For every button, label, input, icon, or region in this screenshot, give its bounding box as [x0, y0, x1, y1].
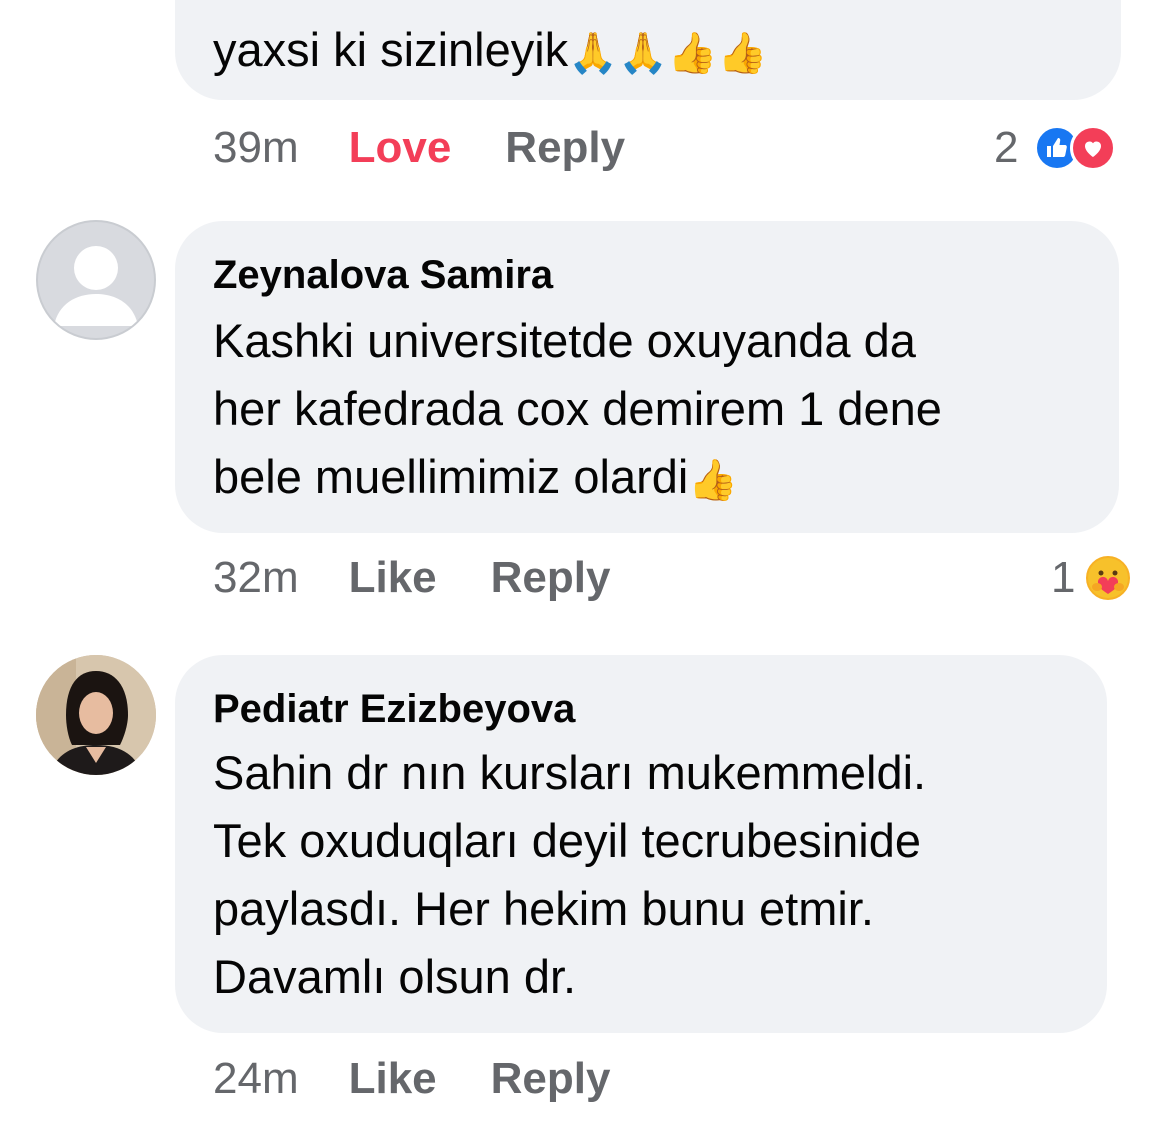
comment-author[interactable]: Zeynalova Samira: [213, 251, 1081, 299]
comment-actions-3: 24m Like Reply: [213, 1049, 664, 1109]
profile-photo-icon: [36, 655, 156, 775]
comment-author[interactable]: Pediatr Ezizbeyova: [213, 685, 1069, 733]
comment-text-line: Tek oxuduqları deyil tecrubesinide: [213, 814, 922, 867]
reaction-summary-2[interactable]: 1: [1051, 548, 1134, 608]
avatar-default[interactable]: [36, 220, 156, 340]
timestamp[interactable]: 24m: [213, 1054, 299, 1104]
comment-text-line: Sahin dr nın kursları mukemmeldi.: [213, 746, 927, 799]
timestamp[interactable]: 32m: [213, 553, 299, 603]
comment-bubble-2: Zeynalova Samira Kashki universitetde ox…: [175, 221, 1119, 533]
comment-bubble-3: Pediatr Ezizbeyova Sahin dr nın kursları…: [175, 655, 1107, 1033]
reply-button[interactable]: Reply: [491, 1054, 611, 1104]
care-icon: [1083, 553, 1134, 603]
comment-actions-2: 32m Like Reply: [213, 548, 664, 608]
comment-actions-1: 39m Love Reply: [213, 118, 679, 178]
like-button[interactable]: Like: [349, 553, 437, 603]
comment-text: yaxsi ki sizinleyik: [213, 23, 569, 76]
like-button[interactable]: Like: [349, 1054, 437, 1104]
comment-text-line: bele muellimimiz olardi: [213, 450, 689, 503]
reaction-summary-1[interactable]: 2: [994, 118, 1117, 178]
emoji-thumbs-up: 👍: [688, 458, 739, 503]
reply-button[interactable]: Reply: [491, 553, 611, 603]
reaction-count: 2: [994, 123, 1019, 172]
comment-text-line: Kashki universitetde oxuyanda da: [213, 314, 916, 367]
default-profile-icon: [54, 246, 138, 326]
reaction-count: 1: [1051, 553, 1076, 602]
comment-text-line: her kafedrada cox demirem 1 dene: [213, 382, 942, 435]
reply-button[interactable]: Reply: [505, 123, 625, 173]
heart-icon: [1070, 125, 1117, 171]
avatar-user-photo[interactable]: [36, 655, 156, 775]
love-button[interactable]: Love: [349, 123, 452, 173]
comment-text-line: paylasdı. Her hekim bunu etmir.: [213, 882, 874, 935]
timestamp[interactable]: 39m: [213, 123, 299, 173]
emoji-pray-thumbs: 🙏🙏👍👍: [568, 31, 768, 76]
comment-bubble-1: yaxsi ki sizinleyik🙏🙏👍👍: [175, 0, 1121, 100]
comment-text-line: Davamlı olsun dr.: [213, 950, 577, 1003]
